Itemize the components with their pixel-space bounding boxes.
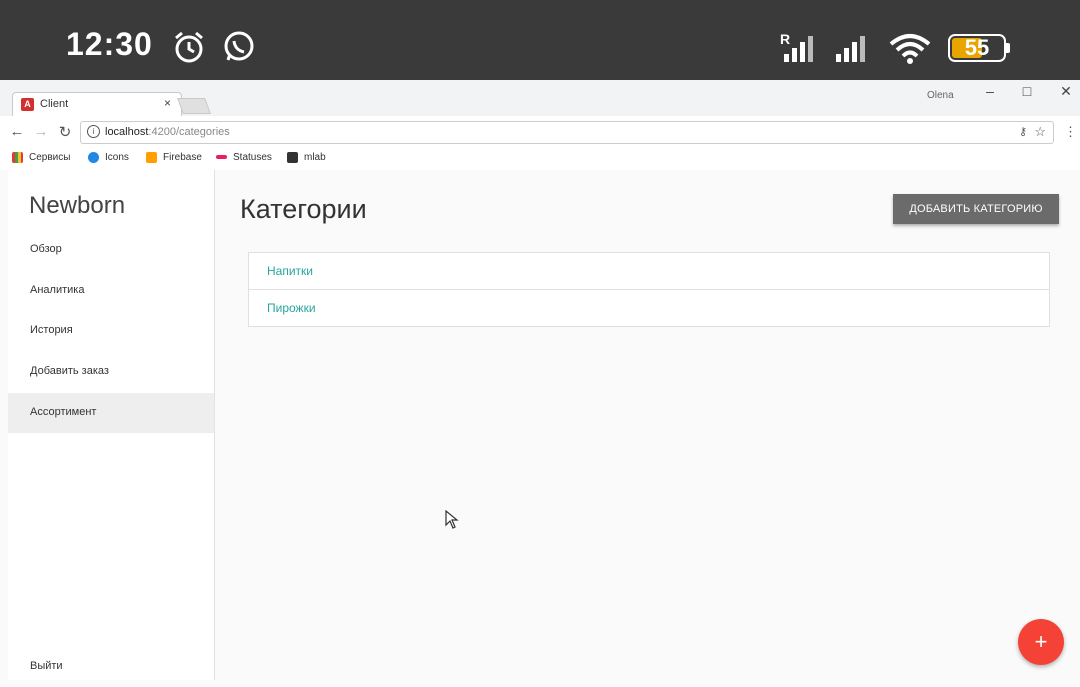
sidebar-item-label: Обзор	[30, 243, 62, 255]
category-item[interactable]: Пирожки	[249, 290, 1049, 326]
window-user[interactable]: Olena	[927, 90, 954, 101]
new-tab-button[interactable]	[177, 98, 211, 114]
sidebar-item-assortment[interactable]: Ассортимент	[8, 393, 214, 433]
minimize-icon[interactable]: –	[980, 83, 1000, 99]
bookmark-label: Firebase	[163, 152, 202, 164]
svg-text:R: R	[780, 32, 790, 47]
add-category-button[interactable]: ДОБАВИТЬ КАТЕГОРИЮ	[893, 194, 1059, 224]
page-title: Категории	[240, 194, 367, 224]
category-list: Напитки Пирожки	[248, 252, 1050, 327]
tab-close-icon[interactable]: ×	[164, 96, 171, 110]
whatsapp-icon	[224, 31, 254, 61]
main-panel: Категории ДОБАВИТЬ КАТЕГОРИЮ Напитки Пир…	[216, 170, 1080, 680]
signal-r-icon: R	[780, 32, 813, 62]
close-window-icon[interactable]: ✕	[1056, 83, 1076, 100]
bookmark-services[interactable]: Сервисы	[12, 152, 70, 163]
sidebar-item-add-order[interactable]: Добавить заказ	[8, 352, 214, 392]
icons-site-icon	[88, 152, 99, 163]
sidebar-item-history[interactable]: История	[8, 311, 214, 351]
sidebar-item-label: История	[30, 324, 73, 336]
sidebar-item-logout[interactable]: Выйти	[8, 647, 214, 687]
reload-icon[interactable]: ↻	[56, 123, 74, 141]
address-row: ← → ↻ i localhost:4200/categories ⚷ ☆ ⋮	[0, 116, 1080, 149]
battery-level: 55	[964, 35, 990, 60]
firebase-icon	[146, 152, 157, 163]
tab-strip: A Client × Olena – □ ✕	[0, 80, 1080, 117]
bookmarks-bar: Сервисы Icons Firebase Statuses mlab	[0, 148, 1080, 171]
sidebar: Newborn Обзор Аналитика История Добавить…	[8, 170, 215, 680]
signal-icon	[836, 36, 865, 62]
bookmark-statuses[interactable]: Statuses	[216, 152, 272, 163]
status-time: 12:30	[66, 26, 153, 62]
bookmark-label: Icons	[105, 152, 129, 164]
fab-add-button[interactable]: +	[1018, 619, 1064, 665]
status-bar: 12:30 R 55	[0, 0, 1080, 80]
wifi-icon	[889, 34, 931, 64]
alarm-icon	[175, 31, 203, 63]
url-host: localhost	[105, 126, 149, 138]
mlab-icon	[287, 152, 298, 163]
bookmark-label: Сервисы	[29, 152, 71, 164]
apps-icon	[12, 152, 23, 163]
sidebar-item-analytics[interactable]: Аналитика	[8, 271, 214, 311]
sidebar-item-label: Аналитика	[30, 284, 85, 296]
bookmark-firebase[interactable]: Firebase	[146, 152, 202, 163]
brand-logo[interactable]: Newborn	[29, 192, 125, 220]
category-item[interactable]: Напитки	[249, 253, 1049, 290]
key-icon[interactable]: ⚷	[1019, 125, 1027, 138]
mouse-cursor-icon	[445, 510, 459, 529]
bookmark-label: mlab	[304, 152, 326, 164]
category-name: Пирожки	[267, 301, 316, 315]
address-bar[interactable]: i localhost:4200/categories ⚷ ☆	[80, 121, 1054, 144]
info-icon[interactable]: i	[87, 125, 100, 138]
sidebar-item-label: Выйти	[30, 660, 63, 672]
category-name: Напитки	[267, 264, 313, 278]
battery-icon: 55	[948, 34, 1010, 64]
sidebar-item-label: Ассортимент	[30, 406, 97, 418]
bookmark-icons[interactable]: Icons	[88, 152, 129, 163]
url-path: :4200/categories	[148, 126, 230, 138]
bookmark-label: Statuses	[233, 152, 272, 163]
app-content: Newborn Обзор Аналитика История Добавить…	[0, 170, 1080, 680]
angular-icon: A	[21, 98, 34, 111]
sidebar-item-overview[interactable]: Обзор	[8, 230, 214, 270]
maximize-icon[interactable]: □	[1017, 83, 1037, 99]
http-icon	[216, 155, 227, 160]
back-icon[interactable]: ←	[8, 123, 26, 140]
star-icon[interactable]: ☆	[1034, 124, 1046, 140]
forward-icon[interactable]: →	[32, 123, 50, 140]
tab-title: Client	[40, 98, 69, 110]
tab-client[interactable]: A Client ×	[12, 92, 182, 117]
browser-window: A Client × Olena – □ ✕ ← → ↻ i localhost…	[0, 80, 1080, 680]
sidebar-item-label: Добавить заказ	[30, 365, 109, 377]
bookmark-mlab[interactable]: mlab	[287, 152, 326, 163]
menu-icon[interactable]: ⋮	[1064, 124, 1077, 140]
